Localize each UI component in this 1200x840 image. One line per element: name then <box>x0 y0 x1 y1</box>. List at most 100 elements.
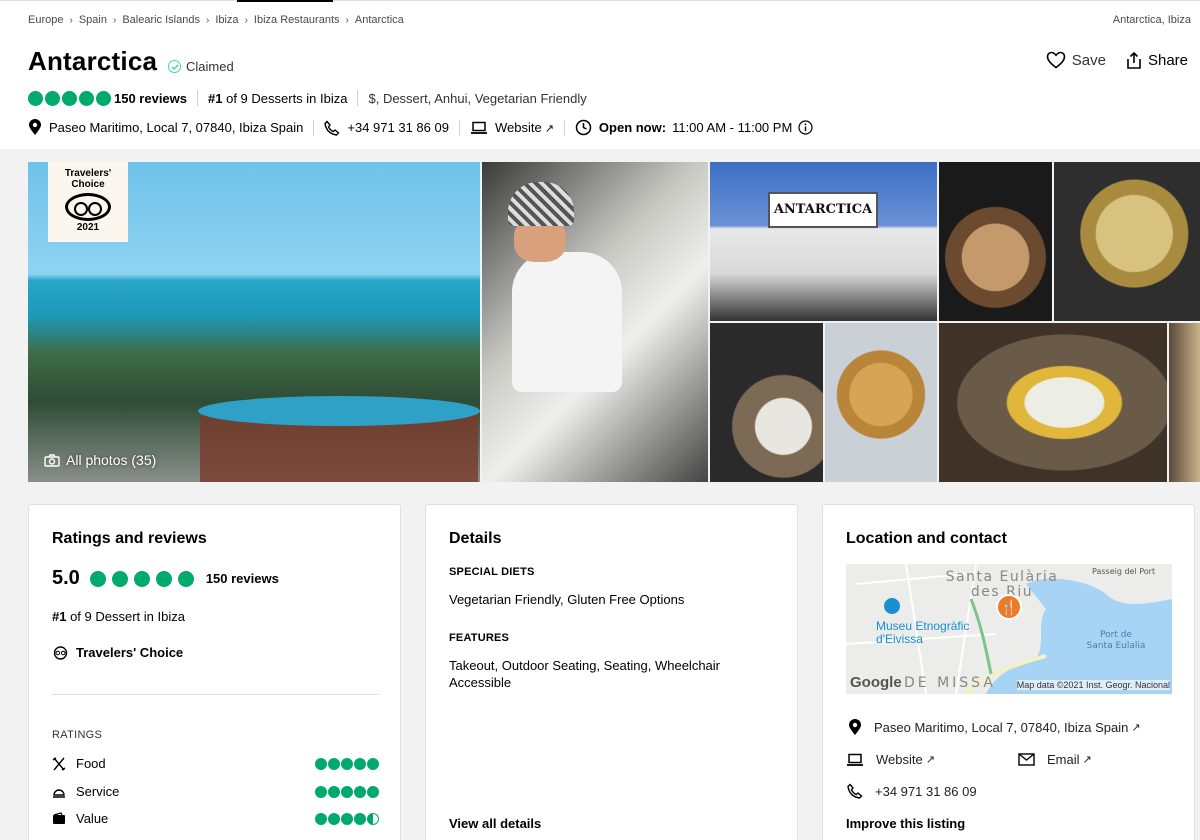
google-logo: Google <box>850 674 902 691</box>
map-label-street: Passeig del Port <box>1092 567 1156 576</box>
view-all-details-link[interactable]: View all details <box>449 816 541 831</box>
table-photo-detail <box>198 396 480 426</box>
rating-bubble <box>328 785 340 798</box>
museum-pin-icon[interactable] <box>884 598 900 614</box>
save-button[interactable]: Save <box>1046 51 1106 69</box>
photo-gelato-bowl[interactable] <box>939 323 1167 482</box>
badge-year: 2021 <box>76 222 100 233</box>
breadcrumb-ibiza[interactable]: Ibiza <box>215 14 238 26</box>
breadcrumb-europe[interactable]: Europe <box>28 14 63 26</box>
location-map[interactable]: Santa Eulària des Riu Passeig del Port M… <box>846 564 1172 694</box>
laptop-icon <box>470 121 488 135</box>
open-status: Open now: <box>598 120 667 135</box>
top-divider <box>0 0 1200 1</box>
badge-line2: Choice <box>71 179 105 190</box>
photo-gelato-mango[interactable] <box>825 323 937 482</box>
website-link[interactable]: Website ↗ <box>495 120 554 135</box>
rating-bubble <box>177 570 194 587</box>
rating-label: Value <box>76 811 109 826</box>
breadcrumb-balearic[interactable]: Balearic Islands <box>122 14 200 26</box>
reviews-link[interactable]: 150 reviews <box>114 91 187 106</box>
badge-line1: Travelers' <box>64 168 112 179</box>
rating-bubble <box>341 757 353 770</box>
rating-bubble <box>354 757 366 770</box>
photo-gelato-hand[interactable] <box>710 323 823 482</box>
hero-photo[interactable]: Travelers' Choice 2021 All photos (35) <box>28 162 480 482</box>
location-address-row[interactable]: Paseo Maritimo, Local 7, 07840, Ibiza Sp… <box>848 719 1141 736</box>
page-title: Antarctica <box>28 46 158 76</box>
owl-logo-icon <box>65 193 111 221</box>
ranking[interactable]: #1 of 9 Dessert in Ibiza <box>52 609 185 624</box>
ratings-heading: Ratings and reviews <box>52 530 207 547</box>
active-nav-indicator <box>237 0 333 2</box>
chevron-right-icon: › <box>112 14 117 26</box>
map-attribution: Map data ©2021 Inst. Geogr. Nacional <box>1016 680 1170 690</box>
photo-chef[interactable] <box>482 162 708 482</box>
rank-number: #1 <box>52 609 67 624</box>
rank-text: of 9 Desserts in Ibiza <box>222 90 348 106</box>
utensils-icon <box>52 756 66 771</box>
rating-row-value: Value <box>52 811 379 826</box>
phone-link[interactable]: +34 971 31 86 09 <box>347 120 449 135</box>
location-phone-row[interactable]: +34 971 31 86 09 <box>847 783 977 799</box>
rating-bubble <box>341 812 353 825</box>
chevron-right-icon: › <box>345 14 349 26</box>
breadcrumb-restaurants[interactable]: Ibiza Restaurants <box>254 14 340 26</box>
info-icon[interactable] <box>798 120 813 135</box>
rating-bubbles[interactable] <box>28 90 111 106</box>
rating-row-food: Food <box>52 756 379 771</box>
website-label: Website <box>494 120 542 135</box>
details-card: Details SPECIAL DIETS Vegetarian Friendl… <box>425 504 798 840</box>
photo-gelato-cup[interactable] <box>1054 162 1200 321</box>
rating-bubble <box>315 757 327 770</box>
location-website-row[interactable]: Website ↗ <box>846 752 935 767</box>
breadcrumb-current: Antarctica <box>354 14 404 26</box>
improve-listing-link[interactable]: Improve this listing <box>846 816 965 831</box>
claimed-badge[interactable]: Claimed <box>168 59 234 74</box>
chevron-right-icon: › <box>244 14 248 26</box>
chevron-right-icon: › <box>69 14 73 26</box>
share-button[interactable]: Share <box>1126 51 1188 69</box>
laptop-icon <box>846 753 864 767</box>
share-icon <box>1127 51 1141 69</box>
external-link-icon: ↗ <box>1131 722 1141 734</box>
rating-bubble <box>62 90 77 106</box>
rating-bubble <box>89 570 106 587</box>
photo-storefront[interactable]: ANTARCTICA <box>710 162 937 321</box>
rating-bubble <box>328 812 340 825</box>
rating-bubble <box>354 812 366 825</box>
storefront-sign: ANTARCTICA <box>768 192 878 228</box>
rank-text: of 9 Dessert in Ibiza <box>66 609 185 624</box>
photo-gelato-cone[interactable] <box>939 162 1052 321</box>
reviews-count-link[interactable]: 150 reviews <box>206 571 279 586</box>
rating-row-service: Service <box>52 784 379 799</box>
rating-bubbles <box>315 757 379 770</box>
map-label-museum: Museu Etnogràfic d'Eivissa <box>876 619 970 646</box>
breadcrumb-spain[interactable]: Spain <box>79 14 107 26</box>
location-email-row[interactable]: Email ↗ <box>1018 752 1092 767</box>
address-link[interactable]: Paseo Maritimo, Local 7, 07840, Ibiza Sp… <box>49 120 303 135</box>
rating-bubbles <box>315 785 379 798</box>
divider <box>52 694 379 695</box>
map-label-port: Port de Santa Eulalia <box>1086 630 1146 651</box>
opening-hours[interactable]: 11:00 AM - 11:00 PM <box>672 120 792 135</box>
photo-detail <box>512 252 622 392</box>
divider <box>563 119 565 136</box>
restaurant-pin-icon[interactable]: 🍴 <box>996 594 1022 620</box>
rating-bubble <box>133 570 150 587</box>
cuisines[interactable]: $, Dessert, Anhui, Vegetarian Friendly <box>368 91 586 106</box>
rating-bubble <box>96 90 111 106</box>
rating-bubble <box>367 785 379 798</box>
rating-bubble-half <box>367 812 379 825</box>
divider <box>197 90 199 106</box>
photo-more[interactable] <box>1169 323 1200 482</box>
rating-bubble <box>315 812 327 825</box>
external-link-icon: ↗ <box>544 123 554 135</box>
location-pin-icon <box>848 719 862 736</box>
rating-bubble <box>79 90 94 106</box>
check-circle-icon <box>168 60 181 73</box>
ranking[interactable]: #1 of 9 Desserts in Ibiza <box>208 91 347 106</box>
breadcrumb-location: Antarctica, Ibiza <box>1112 14 1191 26</box>
overall-rating: 5.0 150 reviews <box>52 567 279 590</box>
all-photos-button[interactable]: All photos (35) <box>44 452 156 468</box>
